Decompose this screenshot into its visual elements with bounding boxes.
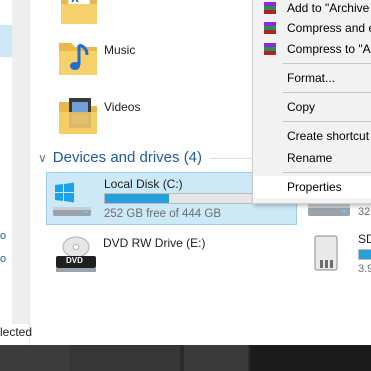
folder-name: Music (104, 43, 136, 57)
winrar-icon (264, 22, 276, 34)
nav-item-fragment[interactable]: o (0, 253, 6, 265)
chevron-down-icon[interactable]: ∨ (38, 151, 47, 165)
hard-drive-icon (53, 182, 91, 216)
context-menu[interactable]: Add to "Archive Compress and e Compress … (252, 0, 371, 204)
drive-usage-bar (358, 249, 371, 260)
sd-card-icon (314, 235, 338, 271)
folder-item-music[interactable]: Music (57, 37, 197, 81)
winrar-icon (264, 2, 276, 14)
drive-item-sd[interactable]: SD 3.9 (304, 230, 371, 280)
drive-name: Local Disk (C:) (104, 177, 183, 191)
menu-separator (283, 121, 371, 122)
drive-item-dvd-e[interactable]: DVD DVD RW Drive (E:) (48, 230, 248, 278)
menu-separator (283, 92, 371, 93)
menu-separator (283, 172, 371, 173)
taskbar-button[interactable] (70, 345, 180, 371)
drive-free-space: 3.9 (358, 263, 371, 275)
menu-item-copy[interactable]: Copy (253, 96, 371, 118)
menu-item-create-shortcut[interactable]: Create shortcut (253, 125, 371, 147)
folder-icon (61, 0, 97, 24)
menu-item-compress-to[interactable]: Compress to "A (253, 38, 371, 60)
drive-free-space: 252 GB free of 444 GB (104, 208, 221, 220)
folder-item-videos[interactable]: Videos (57, 94, 197, 138)
folder-name: Videos (104, 100, 141, 114)
menu-item-properties[interactable]: Properties (253, 176, 371, 198)
dvd-badge: DVD (66, 256, 83, 265)
nav-selected-item[interactable] (0, 25, 12, 57)
drive-usage-bar (104, 193, 254, 204)
drive-name: DVD RW Drive (E:) (103, 236, 206, 250)
drive-name: SD (358, 232, 371, 246)
taskbar-button[interactable] (0, 345, 70, 371)
nav-item-fragment[interactable]: o (0, 230, 6, 242)
drive-free-space: 32 (358, 206, 371, 218)
winrar-icon (264, 43, 276, 55)
group-title: Devices and drives (4) (52, 149, 203, 166)
drive-usage-fill (105, 194, 169, 203)
dvd-drive-icon (56, 236, 96, 272)
nav-scrollbar[interactable] (12, 0, 30, 324)
taskbar-button[interactable] (250, 345, 371, 371)
menu-item-format[interactable]: Format... (253, 67, 371, 89)
pane-divider[interactable] (29, 0, 30, 345)
devices-group-header[interactable]: ∨ Devices and drives (4) (38, 149, 202, 166)
taskbar-button[interactable] (184, 345, 248, 371)
music-folder-icon (59, 43, 97, 75)
menu-item-compress-and-email[interactable]: Compress and e (253, 17, 371, 39)
drive-usage-fill (359, 250, 371, 259)
menu-item-rename[interactable]: Rename (253, 147, 371, 169)
folder-item-partial[interactable] (58, 0, 100, 26)
menu-separator (283, 63, 371, 64)
videos-folder-icon (59, 98, 97, 134)
status-bar-text: lected (0, 325, 33, 339)
